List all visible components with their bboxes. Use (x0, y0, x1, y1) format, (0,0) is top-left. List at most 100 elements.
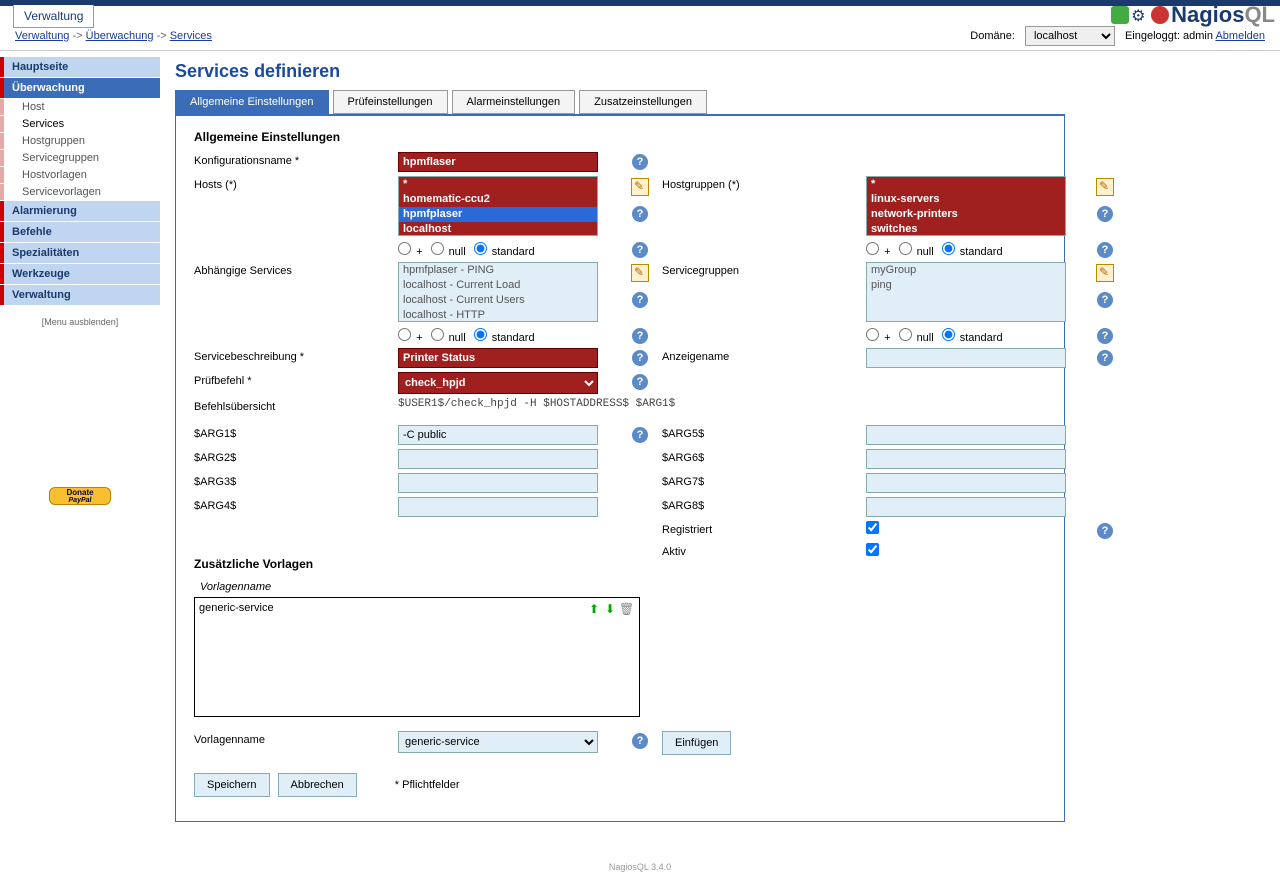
lbl-arg4: $ARG4$ (194, 497, 394, 512)
dep-radio[interactable]: + null standard (398, 328, 618, 344)
help-icon[interactable]: ? (1097, 350, 1113, 366)
help-icon[interactable]: ? (632, 427, 648, 443)
help-icon[interactable]: ? (632, 328, 648, 344)
arg8-input[interactable] (866, 497, 1066, 517)
lbl-servicegroups: Servicegruppen (662, 262, 862, 277)
gear-icon: ⚙ (1131, 6, 1149, 24)
arg4-input[interactable] (398, 497, 598, 517)
lbl-registered: Registriert (662, 521, 862, 536)
check-cmd-select[interactable]: check_hpjd (398, 372, 598, 394)
sidebar-befehle[interactable]: Befehle (4, 222, 160, 242)
edit-icon[interactable] (1096, 264, 1114, 282)
help-icon[interactable]: ? (632, 733, 648, 749)
footer: NagiosQL 3.4.0 (0, 862, 1280, 882)
help-icon[interactable]: ? (1097, 523, 1113, 539)
tab-allgemeine[interactable]: Allgemeine Einstellungen (175, 90, 329, 114)
lbl-hostgroups: Hostgruppen (*) (662, 176, 862, 191)
lbl-arg7: $ARG7$ (662, 473, 862, 488)
lbl-template-name: Vorlagenname (194, 731, 394, 746)
registered-checkbox[interactable] (866, 521, 879, 534)
lbl-service-desc: Servicebeschreibung * (194, 348, 394, 363)
arg2-input[interactable] (398, 449, 598, 469)
lbl-arg5: $ARG5$ (662, 425, 862, 440)
dep-services-multiselect[interactable]: hpmfplaser - PING localhost - Current Lo… (398, 262, 598, 322)
heartbeat-icon (1111, 6, 1129, 24)
config-name-input[interactable] (398, 152, 598, 172)
sidebar: Hauptseite Überwachung Host Services Hos… (0, 51, 160, 832)
bc-verwaltung[interactable]: Verwaltung (15, 30, 69, 42)
sidebar-werkzeuge[interactable]: Werkzeuge (4, 264, 160, 284)
bc-services[interactable]: Services (170, 30, 212, 42)
help-icon[interactable]: ? (1097, 242, 1113, 258)
bc-ueberwachung[interactable]: Überwachung (86, 30, 154, 42)
sidebar-hostvorlagen[interactable]: Hostvorlagen (4, 167, 160, 183)
trash-icon[interactable]: 🗑 (619, 602, 633, 616)
help-icon[interactable]: ? (632, 292, 648, 308)
lbl-arg1: $ARG1$ (194, 425, 394, 440)
help-icon[interactable]: ? (632, 242, 648, 258)
sg-radio[interactable]: + null standard (866, 328, 1086, 344)
arrow-up-icon[interactable]: ⬆ (587, 602, 601, 616)
insert-button[interactable]: Einfügen (662, 731, 731, 755)
lbl-arg3: $ARG3$ (194, 473, 394, 488)
lbl-arg2: $ARG2$ (194, 449, 394, 464)
required-note: * Pflichtfelder (395, 779, 460, 791)
template-select[interactable]: generic-service (398, 731, 598, 753)
arg1-input[interactable] (398, 425, 598, 445)
sidebar-spezialitaeten[interactable]: Spezialitäten (4, 243, 160, 263)
servicegroups-multiselect[interactable]: myGroup ping (866, 262, 1066, 322)
save-button[interactable]: Speichern (194, 773, 270, 797)
tab-alarm[interactable]: Alarmeinstellungen (452, 90, 576, 114)
edit-icon[interactable] (1096, 178, 1114, 196)
lbl-display-name: Anzeigename (662, 348, 862, 363)
hostgroups-multiselect[interactable]: * linux-servers network-printers switche… (866, 176, 1066, 236)
help-icon[interactable]: ? (632, 206, 648, 222)
arg5-input[interactable] (866, 425, 1066, 445)
lbl-active: Aktiv (662, 543, 862, 558)
top-tab-verwaltung[interactable]: Verwaltung (13, 5, 94, 28)
help-icon[interactable]: ? (632, 374, 648, 390)
logout-link[interactable]: Abmelden (1215, 30, 1265, 42)
hostgroups-radio[interactable]: + null standard (866, 242, 1086, 258)
tab-zusatz[interactable]: Zusatzeinstellungen (579, 90, 707, 114)
hosts-radio[interactable]: + null standard (398, 242, 618, 258)
arg3-input[interactable] (398, 473, 598, 493)
arg6-input[interactable] (866, 449, 1066, 469)
sidebar-services[interactable]: Services (4, 116, 160, 132)
help-icon[interactable]: ? (632, 154, 648, 170)
service-desc-input[interactable] (398, 348, 598, 368)
sidebar-ueberwachung[interactable]: Überwachung (4, 78, 160, 98)
lbl-config-name: Konfigurationsname * (194, 152, 394, 167)
domain-select[interactable]: localhost (1025, 26, 1115, 46)
sidebar-hostgruppen[interactable]: Hostgruppen (4, 133, 160, 149)
menu-hide[interactable]: [Menu ausblenden] (0, 317, 160, 327)
template-name-header: Vorlagenname (200, 581, 1046, 593)
add-templates-title: Zusätzliche Vorlagen (194, 557, 394, 571)
logo-text: NagiosQL (1171, 2, 1275, 28)
sidebar-servicegruppen[interactable]: Servicegruppen (4, 150, 160, 166)
display-name-input[interactable] (866, 348, 1066, 368)
hosts-multiselect[interactable]: * homematic-ccu2 hpmfplaser localhost (398, 176, 598, 236)
cancel-button[interactable]: Abbrechen (278, 773, 357, 797)
breadcrumb: Verwaltung -> Überwachung -> Services (15, 30, 212, 42)
arrow-down-icon[interactable]: ⬇ (603, 602, 617, 616)
help-icon[interactable]: ? (1097, 206, 1113, 222)
template-list-box[interactable]: generic-service ⬆ ⬇ 🗑 (194, 597, 640, 717)
edit-icon[interactable] (631, 264, 649, 282)
help-icon[interactable]: ? (1097, 292, 1113, 308)
arg7-input[interactable] (866, 473, 1066, 493)
edit-icon[interactable] (631, 178, 649, 196)
lbl-hosts: Hosts (*) (194, 176, 394, 191)
help-icon[interactable]: ? (1097, 328, 1113, 344)
sidebar-verwaltung[interactable]: Verwaltung (4, 285, 160, 305)
donate-button[interactable]: DonatePayPal (49, 487, 111, 505)
sidebar-hauptseite[interactable]: Hauptseite (4, 57, 160, 77)
sidebar-alarmierung[interactable]: Alarmierung (4, 201, 160, 221)
help-icon[interactable]: ? (632, 350, 648, 366)
lbl-dep-services: Abhängige Services (194, 262, 394, 277)
sidebar-servicevorlagen[interactable]: Servicevorlagen (4, 184, 160, 200)
tab-pruef[interactable]: Prüfeinstellungen (333, 90, 448, 114)
globe-icon (1151, 6, 1169, 24)
sidebar-host[interactable]: Host (4, 99, 160, 115)
active-checkbox[interactable] (866, 543, 879, 556)
